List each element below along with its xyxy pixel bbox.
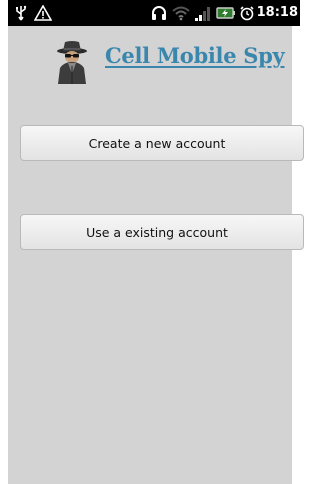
alarm-icon xyxy=(239,5,255,21)
app-title[interactable]: Cell Mobile Spy xyxy=(105,43,285,68)
spy-avatar-icon xyxy=(52,40,92,84)
battery-charging-icon xyxy=(216,5,236,21)
status-time: 18:18 xyxy=(256,5,298,20)
warning-icon xyxy=(34,5,52,21)
existing-account-button[interactable]: Use a existing account xyxy=(20,214,304,250)
app-screen: 18:18 Cell Mobile Spy Create a new accou… xyxy=(0,0,304,484)
usb-icon xyxy=(14,5,28,21)
headset-icon xyxy=(151,5,167,21)
status-bar: 18:18 xyxy=(8,0,300,26)
signal-icon xyxy=(194,5,212,21)
wifi-icon xyxy=(172,5,190,21)
app-header: Cell Mobile Spy xyxy=(8,30,300,84)
create-account-button[interactable]: Create a new account xyxy=(20,125,304,161)
